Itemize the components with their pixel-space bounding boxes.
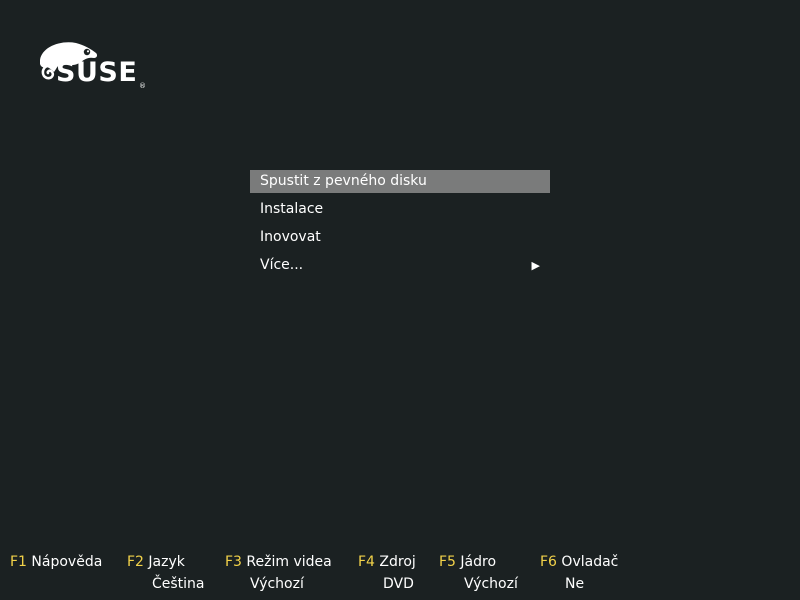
fkey-f3-video-mode[interactable]: F3 Režim videa Výchozí xyxy=(225,551,332,592)
fkey-value: DVD xyxy=(383,576,414,592)
fkey-label: Režim videa xyxy=(246,554,332,570)
fkey-value: Ne xyxy=(565,576,585,592)
suse-logo: SUSE ® xyxy=(38,38,148,92)
fkey-key: F1 xyxy=(10,554,27,570)
fkey-f4-source[interactable]: F4 Zdroj DVD xyxy=(358,551,416,592)
menu-item-label: Instalace xyxy=(260,201,324,217)
fkey-f2-language[interactable]: F2 Jazyk Čeština xyxy=(127,551,205,592)
fkey-value: Čeština xyxy=(152,576,205,592)
menu-item-upgrade[interactable]: Inovovat xyxy=(250,226,550,254)
menu-item-boot-from-hard-disk[interactable]: Spustit z pevného disku xyxy=(250,170,550,193)
menu-item-installation[interactable]: Instalace xyxy=(250,198,550,226)
menu-item-label: Více... xyxy=(260,257,304,273)
fkey-f6-driver[interactable]: F6 Ovladač Ne xyxy=(540,551,619,592)
fkey-key: F6 xyxy=(540,554,557,570)
fkey-f1-help[interactable]: F1 Nápověda xyxy=(10,551,102,573)
menu-item-label: Inovovat xyxy=(260,229,321,245)
fkey-key: F2 xyxy=(127,554,144,570)
menu-item-label: Spustit z pevného disku xyxy=(260,173,427,189)
fkey-value: Výchozí xyxy=(464,576,518,592)
fkey-key: F4 xyxy=(358,554,375,570)
fkey-label: Jazyk xyxy=(148,554,185,570)
logo-wordmark: SUSE xyxy=(56,57,138,88)
menu-item-more[interactable]: Více... ▶ xyxy=(250,254,550,282)
fkey-key: F5 xyxy=(439,554,456,570)
fkey-label: Zdroj xyxy=(379,554,416,570)
fkey-label: Nápověda xyxy=(31,554,103,570)
fkey-key: F3 xyxy=(225,554,242,570)
boot-menu: Spustit z pevného disku Instalace Inovov… xyxy=(250,170,550,282)
submenu-arrow-icon: ▶ xyxy=(531,259,540,272)
fkey-label: Jádro xyxy=(460,554,497,570)
fkey-label: Ovladač xyxy=(561,554,619,570)
logo-trademark: ® xyxy=(139,82,146,90)
fkey-f5-kernel[interactable]: F5 Jádro Výchozí xyxy=(439,551,518,592)
function-key-bar: F1 Nápověda F2 Jazyk Čeština F3 Režim vi… xyxy=(0,551,800,600)
fkey-value: Výchozí xyxy=(250,576,304,592)
